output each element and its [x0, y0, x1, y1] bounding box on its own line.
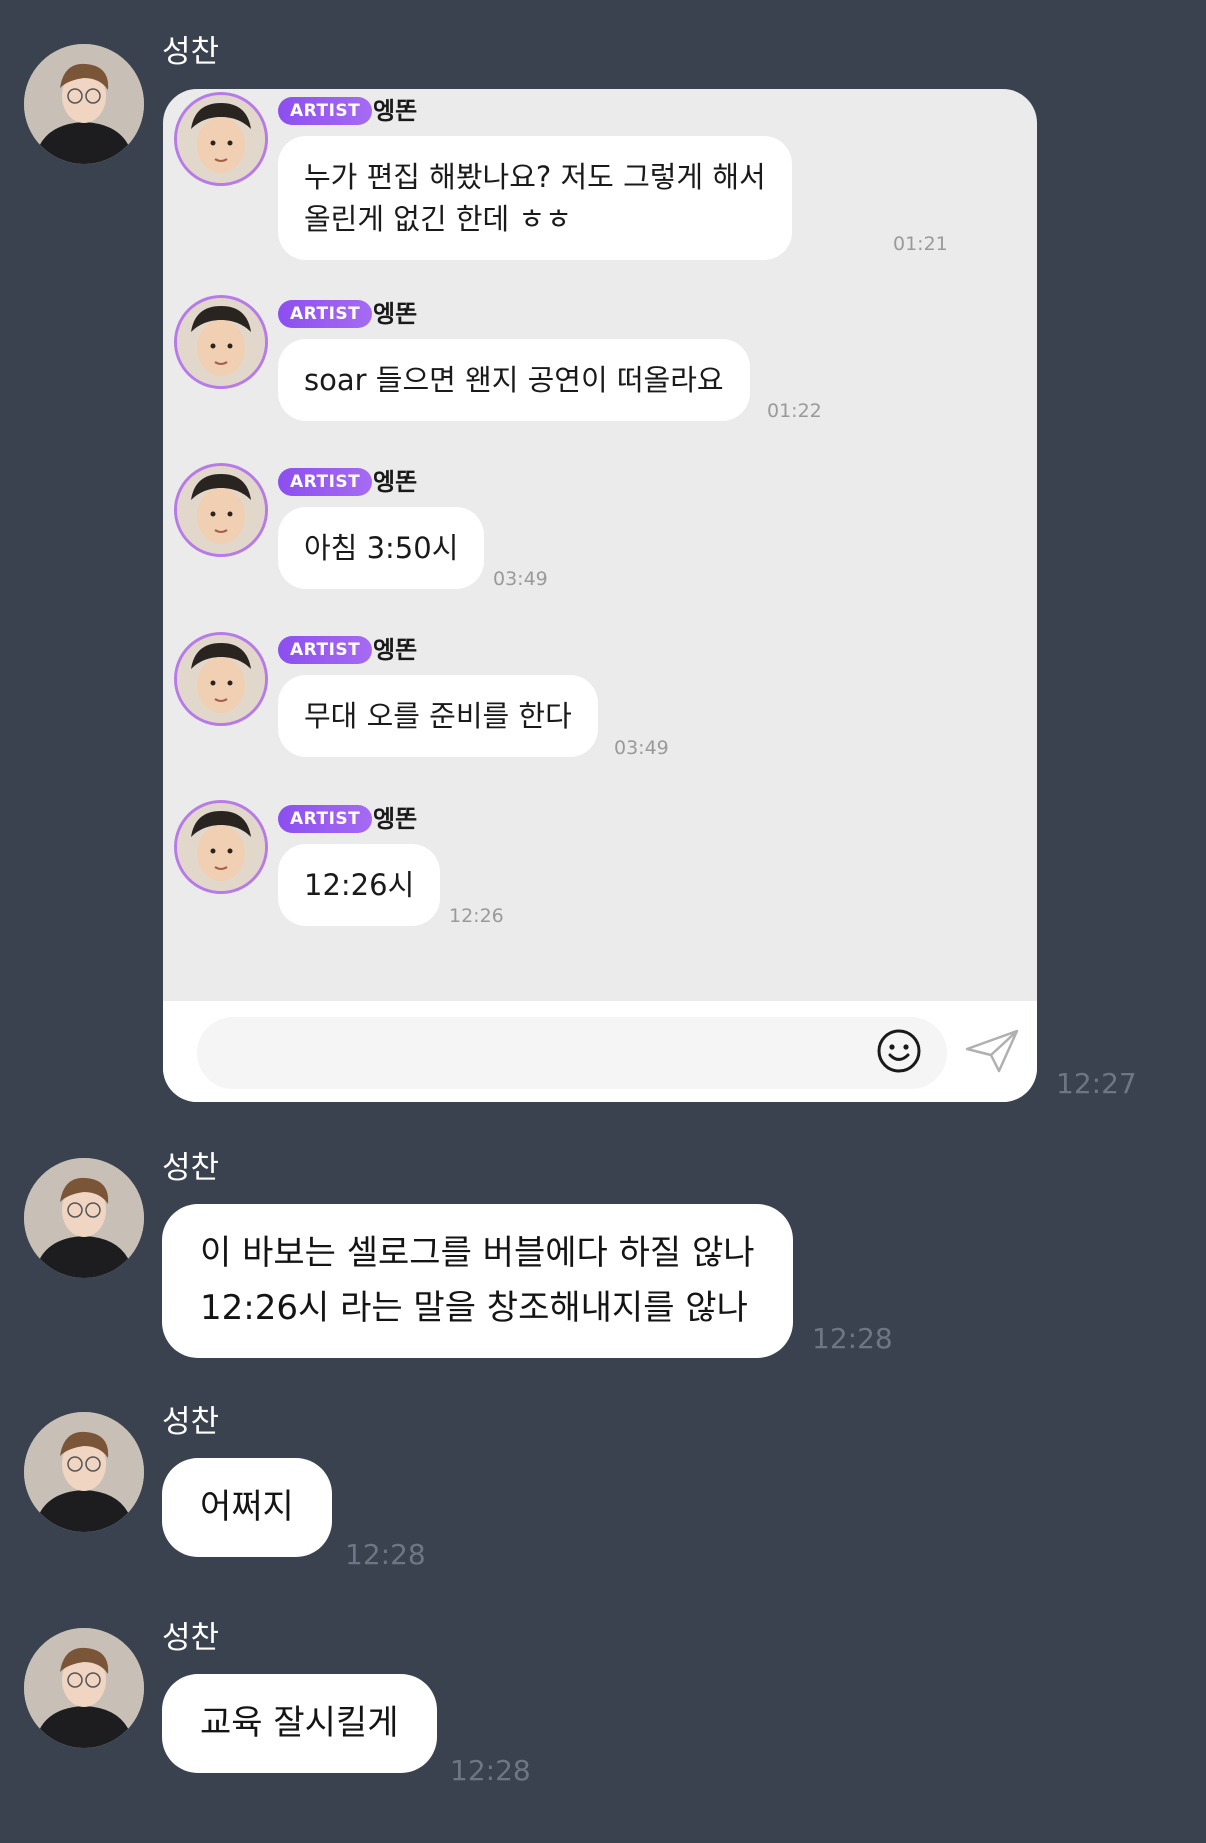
message-text: 교육 잘시킬게 — [200, 1703, 399, 1743]
message-time: 01:22 — [767, 400, 822, 422]
embedded-chat-screenshot[interactable]: ARTIST 엥똔 누가 편집 해봤나요? 저도 그렇게 해서 올린게 없긴 한… — [163, 89, 1037, 1102]
artist-message-bubble: 아침 3:50시 — [278, 507, 485, 589]
artist-name: 엥똔 — [373, 97, 418, 125]
artist-message-bubble: soar 들으면 왠지 공연이 떠올라요 — [278, 339, 750, 421]
artist-badge: ARTIST — [278, 97, 373, 125]
sender-avatar[interactable] — [24, 1412, 144, 1532]
message-time: 12:28 — [450, 1754, 531, 1787]
sender-avatar[interactable] — [24, 44, 144, 164]
sender-name: 성찬 — [162, 1404, 220, 1440]
artist-name: 엥똔 — [373, 636, 418, 664]
paper-plane-icon[interactable] — [965, 1027, 1019, 1075]
artist-avatar — [174, 92, 268, 186]
message-time: 01:21 — [893, 233, 948, 255]
artist-badge: ARTIST — [278, 300, 373, 328]
message-time: 12:26 — [449, 905, 504, 927]
message-bubble[interactable]: 교육 잘시킬게 — [162, 1674, 437, 1773]
artist-name: 엥똔 — [373, 300, 418, 328]
message-input[interactable] — [197, 1017, 947, 1089]
artist-avatar — [174, 295, 268, 389]
artist-avatar — [174, 463, 268, 557]
message-text: 어쩌지 — [200, 1487, 294, 1527]
message-time: 12:28 — [345, 1538, 426, 1571]
artist-badge: ARTIST — [278, 636, 373, 664]
message-text: 12:26시 라는 말을 창조해내지를 않나 — [200, 1288, 748, 1328]
artist-message-bubble: 무대 오를 준비를 한다 — [278, 675, 598, 757]
message-text: soar 들으면 왠지 공연이 떠올라요 — [304, 363, 724, 397]
artist-badge: ARTIST — [278, 805, 373, 833]
sender-avatar[interactable] — [24, 1158, 144, 1278]
artist-avatar — [174, 800, 268, 894]
message-bubble[interactable]: 어쩌지 — [162, 1458, 332, 1557]
artist-badge: ARTIST — [278, 468, 373, 496]
message-text: 이 바보는 셀로그를 버블에다 하질 않나 — [200, 1233, 755, 1273]
message-time: 12:27 — [1056, 1067, 1137, 1100]
message-bubble[interactable]: 이 바보는 셀로그를 버블에다 하질 않나 12:26시 라는 말을 창조해내지… — [162, 1204, 793, 1358]
message-text: 올린게 없긴 한데 ㅎㅎ — [304, 202, 572, 236]
sender-avatar[interactable] — [24, 1628, 144, 1748]
sender-name: 성찬 — [162, 34, 220, 70]
sender-name: 성찬 — [162, 1620, 220, 1656]
sender-name: 성찬 — [162, 1150, 220, 1186]
smiley-icon[interactable] — [875, 1027, 923, 1075]
message-time: 03:49 — [614, 737, 669, 759]
message-text: 누가 편집 해봤나요? 저도 그렇게 해서 — [304, 160, 766, 194]
artist-name: 엥똔 — [373, 468, 418, 496]
artist-name: 엥똔 — [373, 805, 418, 833]
artist-message-bubble: 12:26시 — [278, 844, 441, 926]
artist-message-bubble: 누가 편집 해봤나요? 저도 그렇게 해서 올린게 없긴 한데 ㅎㅎ — [278, 136, 792, 260]
artist-avatar — [174, 632, 268, 726]
message-time: 12:28 — [812, 1322, 893, 1355]
message-text: 아침 3:50시 — [304, 531, 459, 565]
message-time: 03:49 — [493, 568, 548, 590]
message-text: 12:26시 — [304, 868, 415, 902]
message-text: 무대 오를 준비를 한다 — [304, 699, 572, 733]
message-input-bar — [163, 1001, 1037, 1102]
